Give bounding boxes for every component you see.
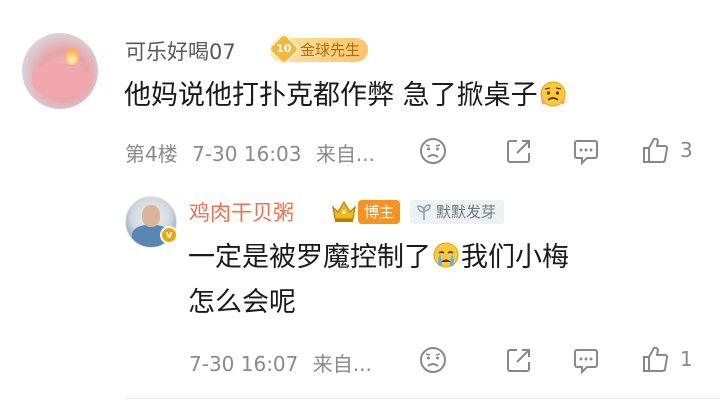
comment-text: 他妈说他打扑克都作弊 急了掀桌子 [124, 74, 568, 118]
emoji-crying [433, 242, 459, 268]
gold-badge[interactable]: 10 金球先生 [267, 32, 369, 66]
reply-body-tail: 我们小梅 [461, 242, 569, 273]
badge-label: 金球先生 [300, 41, 361, 59]
level-badge-icon: 10 [267, 32, 301, 66]
source[interactable]: 来自... [313, 352, 372, 376]
floor-number: 第4楼 [125, 142, 178, 166]
username[interactable]: 可乐好喝07 [125, 36, 236, 66]
verified-icon: v [160, 226, 178, 244]
like-count: 3 [680, 138, 693, 162]
like-icon[interactable] [640, 135, 670, 165]
crown-icon [330, 197, 358, 225]
share-icon[interactable] [504, 136, 534, 166]
avatar-flame [66, 47, 78, 65]
timestamp: 7-30 16:07 [189, 352, 299, 376]
reply-meta: 7-30 16:07 来自... [189, 348, 372, 377]
like-icon[interactable] [640, 344, 670, 374]
comment-icon[interactable] [571, 345, 601, 375]
share-icon[interactable] [504, 345, 534, 375]
sprout-icon [416, 200, 432, 231]
emoji-worried [540, 81, 566, 107]
dislike-icon[interactable] [418, 136, 448, 166]
comment-body: 他妈说他打扑克都作弊 急了掀桌子 [124, 80, 538, 111]
reply-body: 一定是被罗魔控制了 [188, 242, 431, 273]
sprout-badge[interactable]: 默默发芽 [410, 200, 505, 224]
timestamp: 7-30 16:03 [192, 142, 302, 166]
source[interactable]: 来自... [316, 142, 375, 166]
username[interactable]: 鸡肉干贝粥 [189, 197, 294, 227]
blogger-badge[interactable]: 博主 [358, 200, 400, 224]
comment-icon[interactable] [571, 136, 601, 166]
sprout-label: 默默发芽 [436, 203, 497, 221]
reply-text-line2: 怎么会呢 [188, 287, 296, 318]
comment-meta: 第4楼 7-30 16:03 来自... [125, 138, 375, 167]
avatar-figure [32, 63, 92, 97]
avatar[interactable] [22, 33, 98, 109]
avatar-face [142, 205, 160, 227]
divider [125, 398, 720, 399]
like-count: 1 [680, 347, 693, 371]
reply-text-line1: 一定是被罗魔控制了 我们小梅 [188, 236, 569, 280]
dislike-icon[interactable] [418, 345, 448, 375]
